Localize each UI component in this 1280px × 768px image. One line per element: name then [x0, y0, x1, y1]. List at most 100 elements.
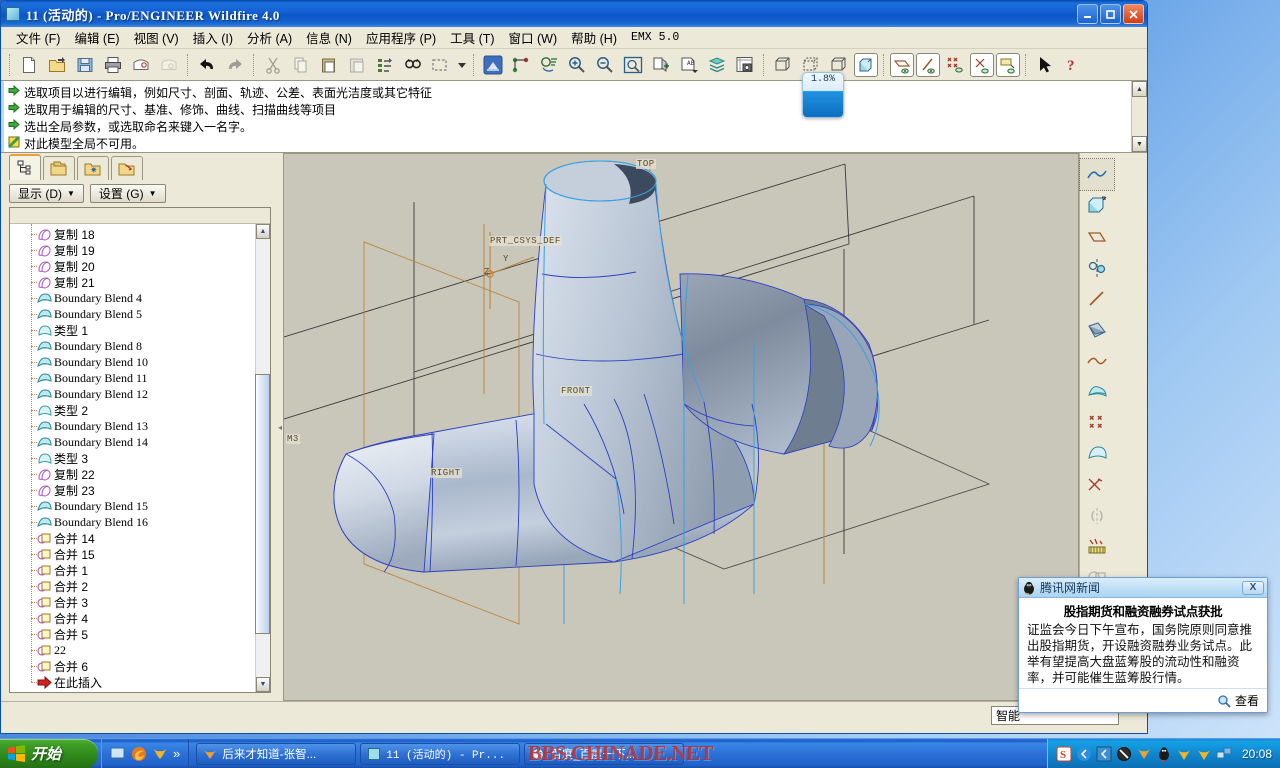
chevron-down-icon[interactable]: [456, 52, 468, 78]
sweep-icon[interactable]: [1080, 314, 1114, 345]
tree-item[interactable]: Boundary Blend 5: [10, 306, 255, 322]
tree-item[interactable]: 复制 18: [10, 226, 255, 242]
tree-item[interactable]: Boundary Blend 13: [10, 418, 255, 434]
taskbar-task-proe[interactable]: 11 (活动的) - Pr...: [360, 742, 521, 765]
regenerate-icon[interactable]: [372, 52, 398, 78]
minimize-button[interactable]: [1077, 4, 1098, 24]
reorient-icon[interactable]: [536, 52, 562, 78]
tree-item[interactable]: Boundary Blend 16: [10, 514, 255, 530]
extrude-icon[interactable]: [1080, 190, 1114, 221]
show-menu-button[interactable]: 显示 (D) ▼: [9, 183, 84, 203]
menu-insert[interactable]: 插入 (I): [186, 26, 240, 49]
analysis-field-icon[interactable]: [1080, 531, 1114, 562]
tree-item[interactable]: 合并 4: [10, 610, 255, 626]
media-icon[interactable]: [1136, 746, 1152, 762]
more-chevron-icon[interactable]: »: [173, 746, 180, 761]
close-button[interactable]: [1123, 4, 1144, 24]
tree-item[interactable]: 复制 21: [10, 274, 255, 290]
find-icon[interactable]: [400, 52, 426, 78]
refit-icon[interactable]: [620, 52, 646, 78]
print-icon[interactable]: [100, 52, 126, 78]
firefox-icon[interactable]: [1176, 746, 1192, 762]
revolve-icon[interactable]: [1080, 252, 1114, 283]
capture-image-icon[interactable]: [732, 52, 758, 78]
tree-item[interactable]: 合并 1: [10, 562, 255, 578]
tree-item[interactable]: 合并 6: [10, 658, 255, 674]
tree-item[interactable]: 复制 23: [10, 482, 255, 498]
datum-axis-icon[interactable]: [916, 52, 940, 77]
select-box-icon[interactable]: [428, 52, 454, 78]
cpu-meter-gadget[interactable]: 1.8%: [802, 72, 844, 118]
select-arrow-icon[interactable]: [1032, 52, 1058, 78]
zoom-out-icon[interactable]: [592, 52, 618, 78]
menu-edit[interactable]: 编辑 (E): [67, 26, 126, 49]
news-close-button[interactable]: X: [1242, 580, 1264, 595]
firefox-icon[interactable]: [131, 746, 147, 762]
help-icon[interactable]: ?: [1060, 52, 1086, 78]
print-preview-icon[interactable]: [128, 52, 154, 78]
model-tree-scrollbar[interactable]: ▲ ▼: [255, 224, 270, 692]
message-scrollbar[interactable]: ▲ ▼: [1131, 81, 1147, 152]
firefox2-icon[interactable]: [1196, 746, 1212, 762]
shading-icon[interactable]: [854, 52, 878, 77]
tree-item[interactable]: 合并 3: [10, 594, 255, 610]
menu-help[interactable]: 帮助 (H): [564, 26, 624, 49]
tree-item[interactable]: Boundary Blend 8: [10, 338, 255, 354]
datum-csys-icon[interactable]: [1080, 469, 1114, 500]
tree-item[interactable]: Boundary Blend 15: [10, 498, 255, 514]
menu-window[interactable]: 窗口 (W): [502, 26, 565, 49]
tree-item[interactable]: Boundary Blend 12: [10, 386, 255, 402]
curve-icon[interactable]: [1080, 345, 1114, 376]
tree-item[interactable]: 合并 2: [10, 578, 255, 594]
menu-tools[interactable]: 工具 (T): [443, 26, 501, 49]
guard-icon[interactable]: [1096, 746, 1112, 762]
block-icon[interactable]: [1116, 746, 1132, 762]
tab-folder-browser[interactable]: [43, 156, 75, 180]
tree-item[interactable]: 在此插入: [10, 674, 255, 690]
datum-display-icon[interactable]: [508, 52, 534, 78]
settings-menu-button[interactable]: 设置 (G) ▼: [89, 183, 166, 203]
network-icon[interactable]: [1216, 746, 1232, 762]
tree-item[interactable]: 合并 14: [10, 530, 255, 546]
news-view-link[interactable]: 查看: [1235, 692, 1259, 709]
news-headline[interactable]: 股指期货和融资融券试点获批: [1027, 601, 1259, 620]
tree-item[interactable]: Boundary Blend 11: [10, 370, 255, 386]
zoom-in-icon[interactable]: [564, 52, 590, 78]
tree-item[interactable]: 22: [10, 642, 255, 658]
tab-favorites[interactable]: ✷: [77, 156, 109, 180]
scroll-down-button[interactable]: ▼: [256, 677, 270, 692]
tree-item[interactable]: 类型 1: [10, 322, 255, 338]
tree-item[interactable]: 类型 3: [10, 450, 255, 466]
tab-model-tree[interactable]: [9, 154, 41, 180]
tree-item[interactable]: 类型 2: [10, 402, 255, 418]
tab-connections[interactable]: [111, 156, 143, 180]
new-file-icon[interactable]: [16, 52, 42, 78]
menu-view[interactable]: 视图 (V): [127, 26, 186, 49]
undo-icon[interactable]: [194, 52, 220, 78]
menu-analysis[interactable]: 分析 (A): [240, 26, 299, 49]
repaint-icon[interactable]: [480, 52, 506, 78]
menu-applications[interactable]: 应用程序 (P): [359, 26, 443, 49]
qq-icon[interactable]: [1156, 746, 1172, 762]
taskbar-task-browser[interactable]: 百度_百度一下...: [524, 742, 685, 765]
tree-item[interactable]: 合并 5: [10, 626, 255, 642]
wireframe-icon[interactable]: [770, 52, 796, 78]
menu-info[interactable]: 信息 (N): [299, 26, 359, 49]
scrollbar-thumb[interactable]: [255, 374, 270, 634]
tree-item[interactable]: Boundary Blend 4: [10, 290, 255, 306]
saved-views-icon[interactable]: [648, 52, 674, 78]
style-surface-icon[interactable]: [1080, 438, 1114, 469]
shield-icon[interactable]: [1076, 746, 1092, 762]
datum-plane-icon[interactable]: [890, 52, 914, 77]
graphics-viewport[interactable]: TOP PRT_CSYS_DEF Z Y FRONT M3 RIGHT: [283, 153, 1079, 701]
maximize-button[interactable]: [1100, 4, 1121, 24]
datum-plane-icon[interactable]: [1080, 221, 1114, 252]
sketch-curve-icon[interactable]: [1079, 158, 1115, 191]
qq-browser-icon[interactable]: [152, 746, 168, 762]
datum-csys-icon[interactable]: [970, 52, 994, 77]
annotation-icon[interactable]: AB: [676, 52, 702, 78]
save-icon[interactable]: [72, 52, 98, 78]
datum-point-icon[interactable]: [1080, 407, 1114, 438]
tree-item[interactable]: 合并 15: [10, 546, 255, 562]
paste-icon[interactable]: [316, 52, 342, 78]
